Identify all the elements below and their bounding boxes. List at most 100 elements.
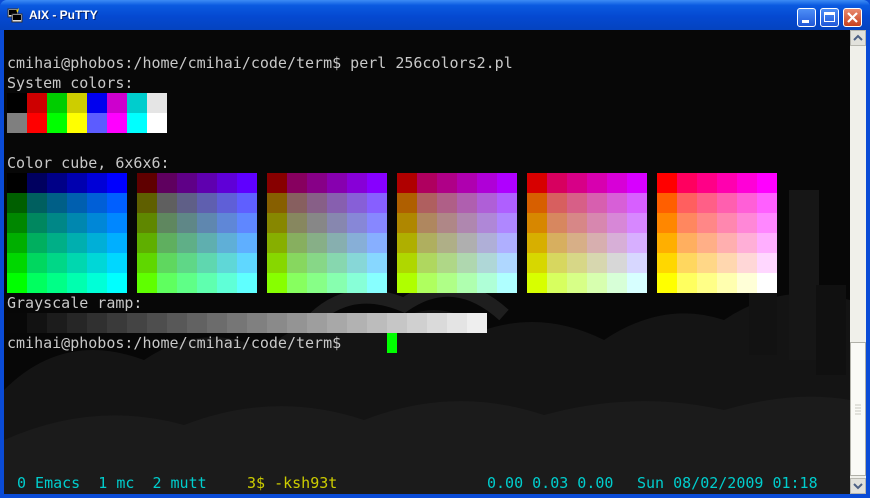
- cube-cell: [607, 273, 627, 293]
- gray-swatch: [207, 313, 227, 333]
- cube-cell: [307, 193, 327, 213]
- cube-cell: [177, 233, 197, 253]
- cube-cell: [757, 213, 777, 233]
- cube-cell: [347, 193, 367, 213]
- cube-cell: [237, 173, 257, 193]
- cube-cell: [177, 273, 197, 293]
- cube-cell: [567, 273, 587, 293]
- title-bar[interactable]: AIX - PuTTY: [0, 0, 870, 30]
- cube-cell: [217, 173, 237, 193]
- cube-cell: [327, 173, 347, 193]
- minimize-icon: [802, 20, 809, 23]
- cube-cell: [497, 193, 517, 213]
- color-cube-block: [137, 173, 257, 293]
- cube-cell: [697, 253, 717, 273]
- scroll-down-button[interactable]: [850, 478, 866, 494]
- scrollbar-thumb[interactable]: [850, 342, 866, 476]
- color-swatch: [27, 113, 47, 133]
- cube-cell: [627, 273, 647, 293]
- screen-status-line: 0 Emacs 1 mc 2 mutt 3$ -ksh93t 0.00 0.03…: [7, 473, 847, 493]
- putty-window: AIX - PuTTY cmihai@phobos:/home/cmihai/c…: [0, 0, 870, 498]
- cube-cell: [417, 213, 437, 233]
- cube-cell: [587, 193, 607, 213]
- cube-cell: [307, 273, 327, 293]
- color-swatch: [47, 113, 67, 133]
- terminal-screen[interactable]: cmihai@phobos:/home/cmihai/code/term$ pe…: [7, 30, 847, 494]
- cube-cell: [497, 273, 517, 293]
- cube-cell: [47, 273, 67, 293]
- color-swatch: [107, 93, 127, 113]
- cube-cell: [367, 213, 387, 233]
- cube-cell: [527, 213, 547, 233]
- cube-cell: [367, 233, 387, 253]
- cube-cell: [27, 233, 47, 253]
- gray-swatch: [447, 313, 467, 333]
- cube-cell: [607, 233, 627, 253]
- cube-cell: [457, 173, 477, 193]
- cube-cell: [607, 253, 627, 273]
- color-swatch: [47, 93, 67, 113]
- minimize-button[interactable]: [797, 8, 816, 27]
- cube-cell: [67, 233, 87, 253]
- cube-cell: [757, 273, 777, 293]
- cube-cell: [417, 233, 437, 253]
- putty-app-icon[interactable]: [7, 7, 23, 23]
- gray-swatch: [187, 313, 207, 333]
- cube-cell: [627, 253, 647, 273]
- cube-cell: [437, 253, 457, 273]
- cube-cell: [137, 253, 157, 273]
- cube-cell: [177, 253, 197, 273]
- vertical-scrollbar[interactable]: [850, 30, 866, 494]
- date-time: Sun 08/02/2009 01:18: [637, 474, 818, 492]
- cube-cell: [307, 173, 327, 193]
- cube-cell: [567, 253, 587, 273]
- cube-cell: [477, 193, 497, 213]
- cube-cell: [237, 233, 257, 253]
- cube-cell: [367, 253, 387, 273]
- cube-cell: [27, 253, 47, 273]
- close-button[interactable]: [843, 8, 862, 27]
- terminal-area[interactable]: cmihai@phobos:/home/cmihai/code/term$ pe…: [4, 30, 866, 494]
- cube-cell: [157, 173, 177, 193]
- cube-cell: [217, 213, 237, 233]
- cube-cell: [367, 173, 387, 193]
- cube-cell: [567, 193, 587, 213]
- cube-cell: [157, 213, 177, 233]
- cube-cell: [567, 173, 587, 193]
- cube-cell: [157, 253, 177, 273]
- cube-cell: [587, 233, 607, 253]
- cube-cell: [267, 213, 287, 233]
- cube-cell: [477, 273, 497, 293]
- text-cursor: [387, 333, 397, 353]
- cube-cell: [437, 273, 457, 293]
- scroll-up-button[interactable]: [850, 30, 866, 46]
- cube-cell: [717, 193, 737, 213]
- cube-cell: [67, 213, 87, 233]
- cube-cell: [437, 233, 457, 253]
- cube-cell: [287, 273, 307, 293]
- color-cube-block: [527, 173, 647, 293]
- gray-swatch: [327, 313, 347, 333]
- cube-cell: [327, 253, 347, 273]
- gray-swatch: [67, 313, 87, 333]
- color-cube-heading: Color cube, 6x6x6:: [7, 154, 170, 172]
- system-colors-row-normal: [7, 93, 167, 113]
- cube-cell: [307, 213, 327, 233]
- cube-cell: [587, 253, 607, 273]
- cube-cell: [607, 193, 627, 213]
- color-swatch: [127, 113, 147, 133]
- cube-cell: [267, 173, 287, 193]
- cube-cell: [87, 253, 107, 273]
- cube-cell: [137, 273, 157, 293]
- maximize-button[interactable]: [820, 8, 839, 27]
- gray-swatch: [347, 313, 367, 333]
- cube-cell: [587, 173, 607, 193]
- cube-cell: [287, 213, 307, 233]
- cube-cell: [657, 213, 677, 233]
- color-swatch: [107, 113, 127, 133]
- cube-cell: [327, 233, 347, 253]
- cube-cell: [757, 253, 777, 273]
- color-swatch: [67, 93, 87, 113]
- cube-cell: [27, 173, 47, 193]
- cube-cell: [137, 193, 157, 213]
